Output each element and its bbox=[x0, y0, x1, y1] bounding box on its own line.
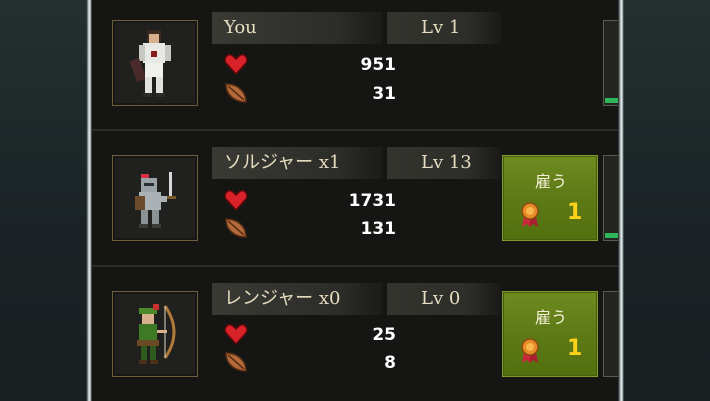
ranger-sprite-icon bbox=[137, 304, 176, 364]
unit-row-soldier[interactable]: ソルジャー x1 Lv 13 1731 131 雇う 1 bbox=[92, 131, 618, 261]
hp-value: 951 bbox=[360, 55, 397, 75]
attack-leaf-icon bbox=[225, 352, 247, 372]
attack-value: 31 bbox=[372, 84, 396, 104]
panel-frame-right bbox=[618, 0, 624, 401]
hp-value: 1731 bbox=[348, 191, 396, 211]
unit-row-ranger[interactable]: レンジャー x0 Lv 0 25 8 雇う 1 bbox=[92, 267, 618, 397]
side-stub bbox=[603, 291, 618, 377]
side-stub bbox=[603, 20, 618, 106]
left-backdrop bbox=[0, 0, 89, 401]
unit-name-label: You bbox=[212, 12, 382, 44]
portrait-frame bbox=[112, 155, 198, 241]
heart-icon bbox=[224, 53, 248, 75]
stub-progress-bar bbox=[605, 233, 618, 238]
recruit-ranger-button[interactable]: 雇う 1 bbox=[502, 291, 598, 377]
heart-icon bbox=[224, 323, 248, 345]
soldier-sprite-icon bbox=[135, 172, 176, 228]
recruit-button-label: 雇う bbox=[534, 172, 567, 191]
right-backdrop bbox=[624, 0, 710, 401]
unit-list-panel[interactable]: You Lv 1 951 31 ソルジャー x1 Lv 13 1731 131 … bbox=[92, 0, 618, 401]
unit-row-you[interactable]: You Lv 1 951 31 bbox=[92, 0, 618, 118]
attack-leaf-icon bbox=[225, 218, 247, 238]
attack-leaf-icon bbox=[225, 83, 247, 103]
unit-level-label: Lv 0 bbox=[387, 283, 502, 315]
unit-name-label: レンジャー x0 bbox=[212, 283, 382, 315]
hp-value: 25 bbox=[372, 325, 396, 345]
recruit-cost-value: 1 bbox=[567, 200, 583, 225]
attack-value: 131 bbox=[360, 219, 397, 239]
warrior-sprite-icon bbox=[129, 30, 171, 97]
portrait-frame bbox=[112, 20, 198, 106]
unit-level-label: Lv 1 bbox=[387, 12, 502, 44]
attack-value: 8 bbox=[384, 353, 396, 373]
portrait-frame bbox=[112, 291, 198, 377]
unit-level-label: Lv 13 bbox=[387, 147, 502, 179]
medal-icon bbox=[521, 338, 539, 363]
heart-icon bbox=[224, 189, 248, 211]
recruit-button-label: 雇う bbox=[534, 308, 567, 327]
stub-progress-bar bbox=[605, 98, 618, 103]
side-stub bbox=[603, 155, 618, 241]
recruit-cost-value: 1 bbox=[567, 336, 583, 361]
recruit-soldier-button[interactable]: 雇う 1 bbox=[502, 155, 598, 241]
unit-name-label: ソルジャー x1 bbox=[212, 147, 382, 179]
medal-icon bbox=[521, 202, 539, 227]
